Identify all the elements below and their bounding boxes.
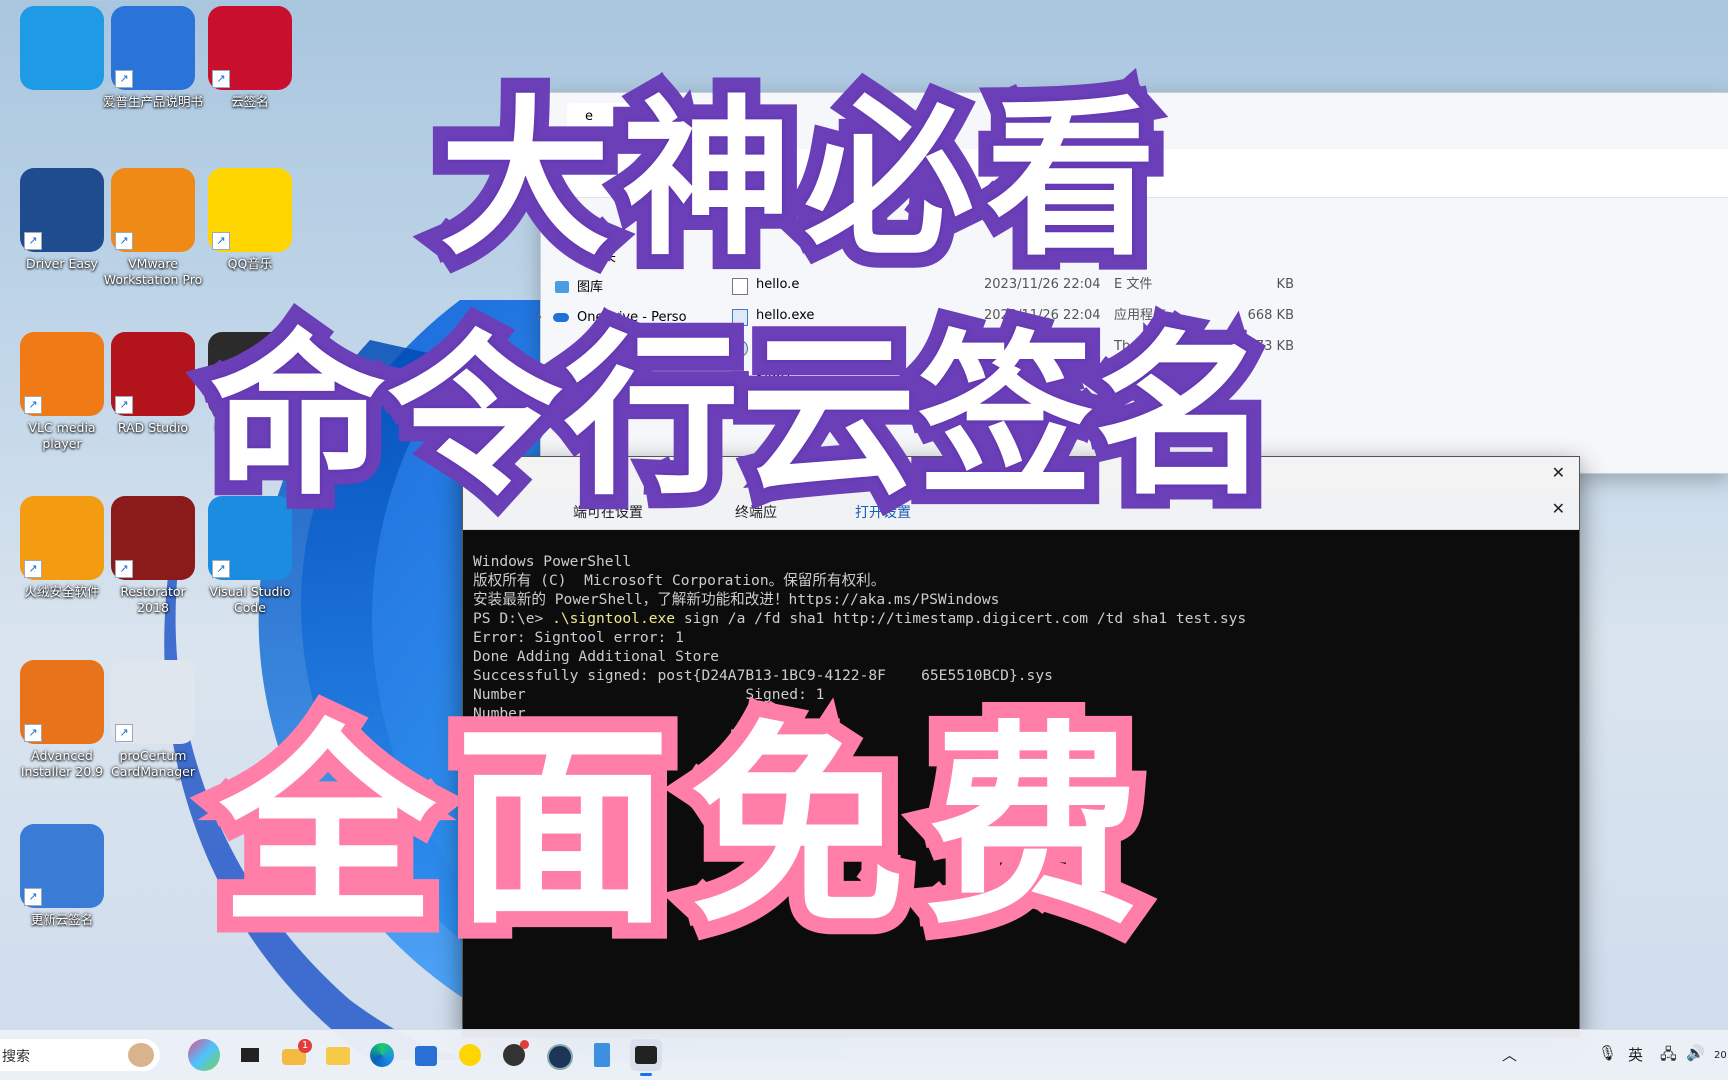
- desktop-icon-label: 云签名: [231, 94, 269, 109]
- presentation-app-icon: [20, 6, 104, 90]
- driver-easy-icon: ↗: [20, 168, 104, 252]
- desktop-icon-label: 爱普生产品说明书: [103, 94, 204, 109]
- store-icon[interactable]: [410, 1039, 442, 1071]
- desktop-icon-label: Driver Easy: [26, 256, 98, 271]
- taskbar-search[interactable]: 搜索: [0, 1039, 160, 1071]
- notification-badge: 1: [298, 1039, 312, 1053]
- shortcut-arrow-icon: ↗: [24, 724, 42, 742]
- globe-update-icon: ↗: [20, 824, 104, 908]
- desktop-icon[interactable]: ↗ VMware Workstation Pro: [103, 168, 203, 288]
- terminal-taskbar-icon[interactable]: [630, 1039, 662, 1076]
- desktop-icon-label: proCertum CardManager: [110, 748, 196, 779]
- desktop-icon[interactable]: ↗ proCertum CardManager: [103, 660, 203, 780]
- command-exe: .\signtool.exe: [552, 610, 676, 627]
- taskview-icon[interactable]: [234, 1039, 266, 1071]
- qq-music-icon: ↗: [208, 168, 292, 252]
- desktop-icon-label: Visual Studio Code: [209, 584, 291, 615]
- desktop-icon-label: RAD Studio: [117, 420, 189, 435]
- desktop-icon[interactable]: ↗ 爱普生产品说明书: [103, 6, 203, 110]
- overlay-title-line2: 命令行云签名: [195, 315, 1285, 520]
- shortcut-arrow-icon: ↗: [115, 560, 133, 578]
- desktop-icon[interactable]: [12, 6, 112, 94]
- desktop-icon[interactable]: ↗ QQ音乐: [200, 168, 300, 272]
- shortcut-arrow-icon: ↗: [24, 560, 42, 578]
- qq-music-taskbar-icon[interactable]: [454, 1039, 486, 1071]
- ime-indicator[interactable]: 英: [1628, 1044, 1643, 1065]
- desktop-icon[interactable]: ↗ 云签名: [200, 6, 300, 110]
- clock-partial[interactable]: 20: [1714, 1050, 1727, 1061]
- taskbar: 搜索 1 ︿ 🎙 英 🖧 🔊 20: [0, 1029, 1728, 1080]
- volume-icon[interactable]: 🔊: [1686, 1044, 1705, 1062]
- desktop-icon[interactable]: ↗ RAD Studio: [103, 332, 203, 436]
- shortcut-arrow-icon: ↗: [24, 232, 42, 250]
- shortcut-arrow-icon: ↗: [115, 70, 133, 88]
- shortcut-arrow-icon: ↗: [115, 396, 133, 414]
- desktop-icon-label: VLC media player: [28, 420, 96, 451]
- command-args: sign /a /fd sha1 http://timestamp.digice…: [675, 610, 1247, 627]
- chevron-up-icon[interactable]: ︿: [1502, 1044, 1517, 1065]
- close-icon[interactable]: ✕: [1552, 463, 1565, 482]
- copilot-icon[interactable]: [188, 1039, 220, 1071]
- overlay-title-line1: 大神必看: [425, 80, 1171, 280]
- file-explorer-icon[interactable]: [322, 1039, 354, 1071]
- shortcut-arrow-icon: ↗: [24, 888, 42, 906]
- shortcut-arrow-icon: ↗: [24, 396, 42, 414]
- desktop-icon[interactable]: ↗ Driver Easy: [12, 168, 112, 272]
- search-decoration-icon: [128, 1043, 154, 1067]
- desktop-icon[interactable]: ↗ Restorator 2018: [103, 496, 203, 616]
- yun-sign-d-shield-icon: ↗: [208, 6, 292, 90]
- search-placeholder: 搜索: [2, 1049, 30, 1065]
- notepad-icon[interactable]: [586, 1039, 618, 1071]
- desktop-icon[interactable]: ↗ 火绒安全软件: [12, 496, 112, 600]
- restorator-icon: ↗: [111, 496, 195, 580]
- huorong-flame-icon: ↗: [20, 496, 104, 580]
- overlay-title-line3: 全面免费: [204, 702, 1160, 953]
- edge-browser-icon[interactable]: [366, 1039, 398, 1071]
- desktop-icon[interactable]: ↗ 更新云签名: [12, 824, 112, 928]
- notification-app-icon[interactable]: 1: [278, 1039, 312, 1071]
- rad-studio-icon: ↗: [111, 332, 195, 416]
- shortcut-arrow-icon: ↗: [212, 232, 230, 250]
- desktop-icon-label: 更新云签名: [30, 912, 94, 927]
- desktop-icon-label: Restorator 2018: [120, 584, 186, 615]
- desktop-icon-label: QQ音乐: [227, 256, 273, 271]
- desktop-icon[interactable]: ↗ VLC media player: [12, 332, 112, 452]
- network-icon[interactable]: 🖧: [1660, 1044, 1677, 1069]
- shortcut-arrow-icon: ↗: [212, 70, 230, 88]
- advanced-installer-icon: ↗: [20, 660, 104, 744]
- desktop-icon-label: VMware Workstation Pro: [103, 256, 203, 287]
- file-icon: [732, 278, 748, 295]
- shortcut-arrow-icon: ↗: [212, 560, 230, 578]
- microphone-icon[interactable]: 🎙: [1598, 1044, 1617, 1062]
- desktop-icon[interactable]: ↗ Advanced Installer 20.9: [12, 660, 112, 780]
- shortcut-arrow-icon: ↗: [115, 724, 133, 742]
- desktop-icon-label: Advanced Installer 20.9: [20, 748, 104, 779]
- vmware-icon: ↗: [111, 168, 195, 252]
- desktop-icon-label: 火绒安全软件: [24, 584, 100, 599]
- epson-manual-icon: ↗: [111, 6, 195, 90]
- vlc-cone-icon: ↗: [20, 332, 104, 416]
- lock-app-icon[interactable]: [542, 1039, 574, 1071]
- obs-taskbar-icon[interactable]: [498, 1039, 530, 1071]
- procertum-card-icon: ↗: [111, 660, 195, 744]
- close-infobar-icon[interactable]: ✕: [1552, 499, 1565, 518]
- shortcut-arrow-icon: ↗: [115, 232, 133, 250]
- gallery-icon: [555, 281, 569, 293]
